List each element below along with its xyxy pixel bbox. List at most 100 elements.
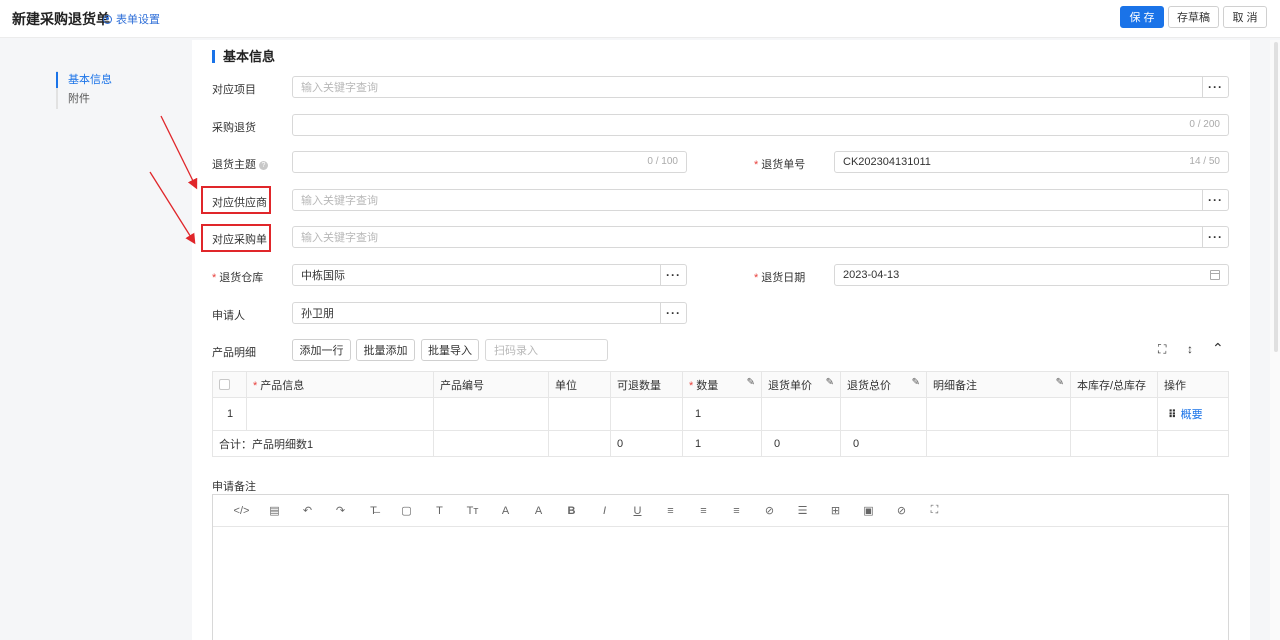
nav-item-basic-info[interactable]: 基本信息	[56, 71, 112, 90]
edit-icon[interactable]: ✎	[1056, 377, 1064, 388]
product-info-cell[interactable]	[246, 397, 434, 431]
calendar-icon[interactable]	[1210, 270, 1220, 280]
summary-stock	[1070, 430, 1158, 457]
help-icon[interactable]: ?	[259, 160, 268, 170]
applicant-field[interactable]: 孙卫朋 ···	[292, 302, 687, 324]
batch-add-button[interactable]: 批量添加	[356, 339, 415, 361]
heading-icon[interactable]: T	[423, 505, 456, 517]
subject-field[interactable]: 0 / 100	[292, 151, 687, 173]
summary-quantity: 1	[682, 430, 762, 457]
summary-remarks	[926, 430, 1071, 457]
align-center-icon[interactable]: ≡	[687, 505, 720, 517]
project-more-button[interactable]: ···	[1202, 77, 1228, 97]
underline-icon[interactable]: U	[621, 505, 654, 517]
collapse-icon[interactable]: ⌃	[1212, 340, 1224, 357]
top-bar: 新建采购退货单 表单设置 保 存 存草稿 取 消	[0, 0, 1280, 38]
return-no-field[interactable]: CK202304131011 14 / 50	[834, 151, 1229, 173]
unit-cell	[548, 397, 611, 431]
add-row-button[interactable]: 添加一行	[292, 339, 351, 361]
horizontal-rule-icon[interactable]: ☰	[786, 504, 819, 517]
products-table: * 产品信息 产品编号 单位 可退数量 * 数量 ✎ 退货单价 ✎ 退货总价 ✎ 明细备注…	[212, 371, 1229, 457]
purchase-return-field[interactable]: 0 / 200	[292, 114, 1229, 136]
col-unit-price: 退货单价 ✎	[761, 371, 841, 398]
nav-item-attachments[interactable]: 附件	[58, 90, 112, 109]
font-size-icon[interactable]: Tт	[456, 505, 489, 517]
align-right-icon[interactable]: ≡	[720, 505, 753, 517]
return-no-label-text: 退货单号	[761, 159, 806, 171]
save-draft-button[interactable]: 存草稿	[1168, 6, 1219, 28]
redo-icon[interactable]: ↷	[324, 504, 357, 517]
table-icon[interactable]: ⊞	[819, 504, 852, 517]
col-action: 操作	[1157, 371, 1229, 398]
attachment-icon[interactable]: ⊘	[885, 504, 918, 517]
expand-vertical-icon[interactable]: ↕	[1187, 342, 1193, 356]
drag-handle-icon[interactable]: ⠿	[1168, 409, 1177, 421]
cancel-button[interactable]: 取 消	[1223, 6, 1267, 28]
required-mark: *	[212, 272, 217, 284]
quantity-cell[interactable]: 1	[682, 397, 762, 431]
purchase-order-field[interactable]: 输入关键字查询 ···	[292, 226, 1229, 248]
background-color-icon[interactable]: A	[522, 505, 555, 517]
form-settings-link[interactable]: 表单设置	[103, 11, 160, 27]
paragraph-icon[interactable]: ▤	[258, 504, 291, 517]
return-date-field[interactable]: 2023-04-13	[834, 264, 1229, 286]
col-quantity-label: 数量	[696, 379, 719, 392]
required-mark: *	[253, 379, 258, 392]
col-product-info: * 产品信息	[246, 371, 434, 398]
total-price-cell[interactable]	[840, 397, 927, 431]
scrollbar-thumb[interactable]	[1274, 42, 1278, 352]
purchase-order-more-button[interactable]: ···	[1202, 227, 1228, 247]
summary-link[interactable]: 概要	[1181, 409, 1203, 421]
col-remarks: 明细备注 ✎	[926, 371, 1071, 398]
warehouse-field[interactable]: 中栋国际 ···	[292, 264, 687, 286]
emoji-icon[interactable]: ⊘	[753, 504, 786, 517]
warehouse-value: 中栋国际	[301, 270, 345, 282]
strikethrough-icon[interactable]: T̶	[357, 505, 390, 517]
return-no-label: * 退货单号	[754, 156, 805, 172]
scrollbar[interactable]	[1270, 40, 1280, 640]
return-no-value: CK202304131011	[843, 156, 931, 168]
supplier-field[interactable]: 输入关键字查询 ···	[292, 189, 1229, 211]
edit-icon[interactable]: ✎	[747, 377, 755, 388]
summary-unit-price: 0	[761, 430, 841, 457]
applicant-label: 申请人	[212, 310, 245, 322]
scan-input[interactable]: 扫码录入	[485, 339, 608, 361]
summary-total: 0	[840, 430, 927, 457]
row-index: 1	[212, 397, 247, 431]
batch-import-button[interactable]: 批量导入	[421, 339, 479, 361]
main-panel: 基本信息 对应项目 输入关键字查询 ··· 采购退货 0 / 200 退货主题?…	[192, 40, 1250, 640]
document-icon[interactable]: ▢	[390, 504, 423, 517]
save-button[interactable]: 保 存	[1120, 6, 1164, 28]
rich-text-editor: </> ▤ ↶ ↷ T̶ ▢ T Tт A A B I U ≡ ≡ ≡ ⊘ ☰ …	[212, 494, 1229, 640]
warehouse-label: * 退货仓库	[212, 269, 263, 285]
required-mark: *	[754, 159, 759, 171]
purchase-return-counter: 0 / 200	[1189, 119, 1220, 130]
italic-icon[interactable]: I	[588, 505, 621, 517]
summary-returnable: 0	[610, 430, 683, 457]
applicant-value: 孙卫朋	[301, 308, 334, 320]
edit-icon[interactable]: ✎	[912, 377, 920, 388]
align-left-icon[interactable]: ≡	[654, 505, 687, 517]
editor-content-area[interactable]	[213, 527, 1228, 639]
project-field[interactable]: 输入关键字查询 ···	[292, 76, 1229, 98]
remarks-cell[interactable]	[926, 397, 1071, 431]
col-returnable-qty: 可退数量	[610, 371, 683, 398]
required-mark: *	[754, 272, 759, 284]
fullscreen-icon[interactable]: ⛶	[1158, 342, 1166, 357]
fullscreen-editor-icon[interactable]: ⛶	[918, 504, 951, 517]
unit-price-cell[interactable]	[761, 397, 841, 431]
warehouse-more-button[interactable]: ···	[660, 265, 686, 285]
supplier-more-button[interactable]: ···	[1202, 190, 1228, 210]
bold-icon[interactable]: B	[555, 505, 588, 517]
edit-icon[interactable]: ✎	[826, 377, 834, 388]
undo-icon[interactable]: ↶	[291, 504, 324, 517]
applicant-more-button[interactable]: ···	[660, 303, 686, 323]
image-icon[interactable]: ▣	[852, 504, 885, 517]
code-icon[interactable]: </>	[225, 505, 258, 517]
form-settings-label: 表单设置	[116, 14, 160, 26]
font-color-icon[interactable]: A	[489, 505, 522, 517]
return-date-value: 2023-04-13	[843, 269, 900, 281]
select-all-checkbox[interactable]	[219, 379, 230, 391]
products-label: 产品明细	[212, 347, 256, 359]
col-stock: 本库存/总库存	[1070, 371, 1158, 398]
